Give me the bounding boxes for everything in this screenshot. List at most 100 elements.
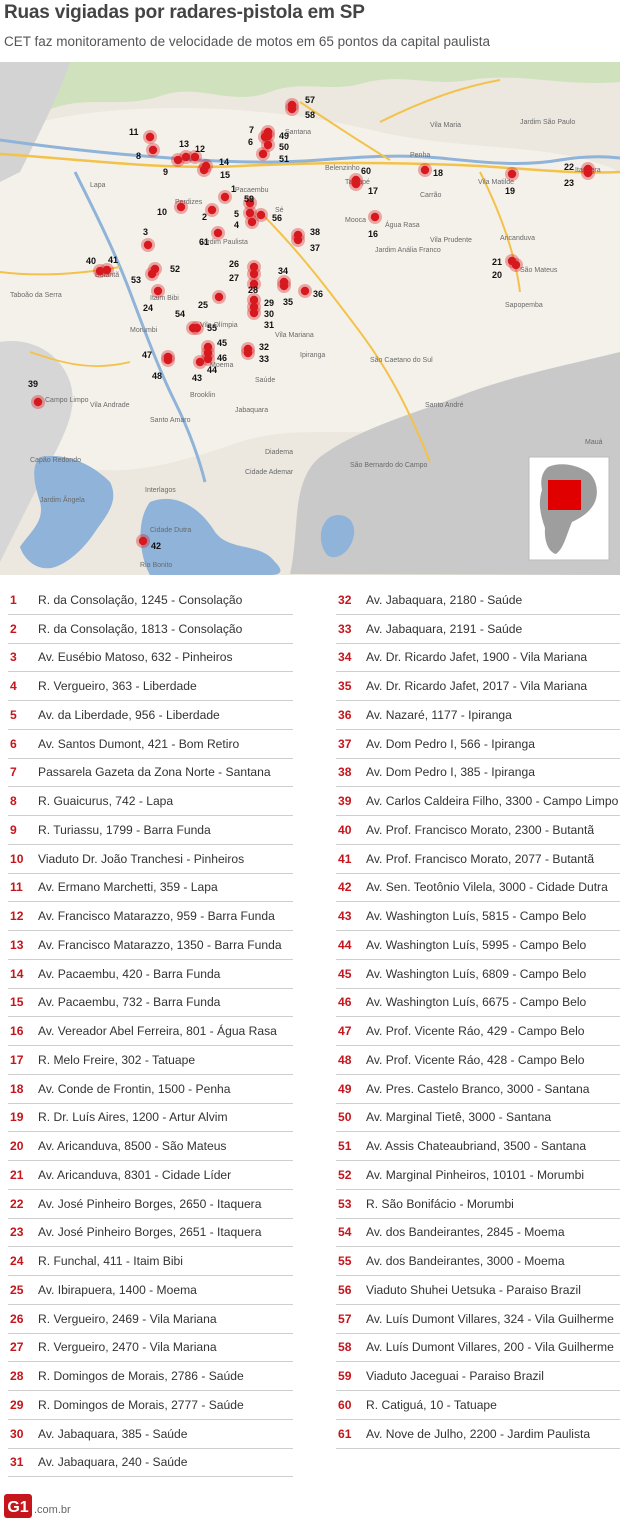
- place-label: Diadema: [265, 449, 293, 456]
- location-row-27: 27 R. Vergueiro, 2470 - Vila Mariana: [8, 1334, 293, 1363]
- location-row-48: 48 Av. Prof. Vicente Ráo, 428 - Campo Bel…: [336, 1046, 620, 1075]
- marker-label: 8: [136, 151, 141, 161]
- location-address: Av. Prof. Francisco Morato, 2077 - Butan…: [366, 851, 595, 866]
- location-number: 17: [10, 1052, 24, 1067]
- marker-label: 50: [279, 142, 289, 152]
- marker-dot: [203, 348, 213, 358]
- place-label: Água Rasa: [385, 220, 420, 229]
- place-label: Brooklin: [190, 392, 215, 399]
- location-address: Av. Dom Pedro I, 566 - Ipiranga: [366, 736, 535, 751]
- marker-dot: [102, 265, 112, 275]
- place-label: Belenzinho: [325, 165, 360, 172]
- marker-label: 26: [229, 259, 239, 269]
- marker-dot: [199, 165, 209, 175]
- location-row-2: 2 R. da Consolação, 1813 - Consolação: [8, 615, 293, 644]
- location-number: 14: [10, 966, 24, 981]
- marker-label: 55: [207, 323, 217, 333]
- location-number: 54: [338, 1225, 352, 1240]
- location-row-25: 25 Av. Ibirapuera, 1400 - Moema: [8, 1276, 293, 1305]
- marker-label: 27: [229, 273, 239, 283]
- location-address: R. da Consolação, 1245 - Consolação: [38, 592, 243, 607]
- location-row-18: 18 Av. Conde de Frontin, 1500 - Penha: [8, 1075, 293, 1104]
- marker-label: 54: [175, 309, 185, 319]
- location-number: 5: [10, 707, 17, 722]
- location-number: 16: [10, 1024, 24, 1039]
- location-address: Av. Vereador Abel Ferreira, 801 - Água R…: [38, 1024, 277, 1039]
- location-row-58: 58 Av. Luís Dumont Villares, 200 - Vila G…: [336, 1334, 620, 1363]
- location-row-43: 43 Av. Washington Luís, 5815 - Campo Belo: [336, 902, 620, 931]
- place-label: Pacaembu: [235, 187, 269, 194]
- marker-dot: [256, 210, 266, 220]
- location-address: Av. Washington Luís, 6809 - Campo Belo: [366, 966, 587, 981]
- place-label: Saúde: [255, 377, 275, 384]
- location-row-10: 10 Viaduto Dr. João Tranchesi - Pinheiros: [8, 845, 293, 874]
- location-row-22: 22 Av. José Pinheiro Borges, 2650 - Itaqu…: [8, 1190, 293, 1219]
- location-number: 21: [10, 1167, 24, 1182]
- location-number: 1: [10, 592, 17, 607]
- location-row-8: 8 R. Guaicurus, 742 - Lapa: [8, 787, 293, 816]
- marker-label: 1: [231, 184, 236, 194]
- marker-dot: [176, 202, 186, 212]
- marker-label: 25: [198, 300, 208, 310]
- marker-dot: [370, 212, 380, 222]
- location-row-37: 37 Av. Dom Pedro I, 566 - Ipiranga: [336, 730, 620, 759]
- location-row-38: 38 Av. Dom Pedro I, 385 - Ipiranga: [336, 759, 620, 788]
- place-label: Vila Olímpia: [200, 322, 238, 329]
- location-number: 31: [10, 1455, 24, 1470]
- location-number: 35: [338, 679, 352, 694]
- location-address: Av. Aricanduva, 8500 - São Mateus: [38, 1139, 227, 1154]
- location-row-44: 44 Av. Washington Luís, 5995 - Campo Belo: [336, 931, 620, 960]
- location-number: 6: [10, 736, 17, 751]
- location-address: Av. Jabaquara, 240 - Saúde: [38, 1455, 188, 1470]
- marker-label: 33: [259, 354, 269, 364]
- g1-domain: .com.br: [34, 1504, 71, 1516]
- location-address: R. Domingos de Morais, 2777 - Saúde: [38, 1397, 244, 1412]
- place-label: Vila Prudente: [430, 237, 472, 244]
- location-row-21: 21 Av. Aricanduva, 8301 - Cidade Líder: [8, 1161, 293, 1190]
- location-address: Av. Nazaré, 1177 - Ipiranga: [366, 707, 512, 722]
- location-address: Av. Pacaembu, 732 - Barra Funda: [38, 995, 221, 1010]
- marker-dot: [287, 104, 297, 114]
- location-number: 8: [10, 794, 17, 809]
- marker-dot: [145, 132, 155, 142]
- marker-dot: [300, 286, 310, 296]
- marker-label: 12: [195, 144, 205, 154]
- marker-dot: [249, 308, 259, 318]
- marker-label: 3: [143, 227, 148, 237]
- location-number: 22: [10, 1196, 24, 1211]
- location-row-26: 26 R. Vergueiro, 2469 - Vila Mariana: [8, 1305, 293, 1334]
- location-number: 27: [10, 1340, 24, 1355]
- place-label: Carrão: [420, 192, 442, 199]
- marker-dot: [163, 355, 173, 365]
- location-number: 37: [338, 736, 352, 751]
- marker-dot: [213, 228, 223, 238]
- place-label: Mauá: [585, 439, 603, 446]
- location-address: R. Vergueiro, 2470 - Vila Mariana: [38, 1340, 217, 1355]
- location-number: 18: [10, 1081, 24, 1096]
- location-row-47: 47 Av. Prof. Vicente Ráo, 429 - Campo Bel…: [336, 1017, 620, 1046]
- place-label: Jardim Anália Franco: [375, 247, 441, 254]
- location-address: Av. Jabaquara, 2180 - Saúde: [366, 592, 523, 607]
- location-row-5: 5 Av. da Liberdade, 956 - Liberdade: [8, 701, 293, 730]
- location-row-46: 46 Av. Washington Luís, 6675 - Campo Belo: [336, 989, 620, 1018]
- location-row-34: 34 Av. Dr. Ricardo Jafet, 1900 - Vila Mar…: [336, 644, 620, 673]
- marker-label: 11: [129, 127, 139, 137]
- location-address: R. Dr. Luís Aires, 1200 - Artur Alvim: [38, 1110, 228, 1125]
- location-address: R. Guaicurus, 742 - Lapa: [38, 794, 174, 809]
- marker-label: 19: [505, 186, 515, 196]
- location-address: R. Catiguá, 10 - Tatuape: [366, 1397, 497, 1412]
- location-number: 61: [338, 1426, 352, 1441]
- location-address: Av. Assis Chateaubriand, 3500 - Santana: [366, 1139, 587, 1154]
- location-row-9: 9 R. Turiassu, 1799 - Barra Funda: [8, 816, 293, 845]
- location-number: 24: [10, 1254, 24, 1269]
- g1-logo[interactable]: G1 .com.br: [4, 1494, 71, 1518]
- radar-map[interactable]: SantanaJardim São PauloPenhaTatuapéJardi…: [0, 62, 620, 575]
- marker-dot: [243, 348, 253, 358]
- place-label: Cidade Ademar: [245, 469, 294, 476]
- location-row-59: 59 Viaduto Jaceguai - Paraiso Brazil: [336, 1362, 620, 1391]
- location-row-35: 35 Av. Dr. Ricardo Jafet, 2017 - Vila Mar…: [336, 672, 620, 701]
- marker-label: 31: [264, 320, 274, 330]
- location-address: Av. da Liberdade, 956 - Liberdade: [38, 707, 220, 722]
- location-address: Av. Jabaquara, 385 - Saúde: [38, 1426, 188, 1441]
- location-address: Av. Pacaembu, 420 - Barra Funda: [38, 966, 221, 981]
